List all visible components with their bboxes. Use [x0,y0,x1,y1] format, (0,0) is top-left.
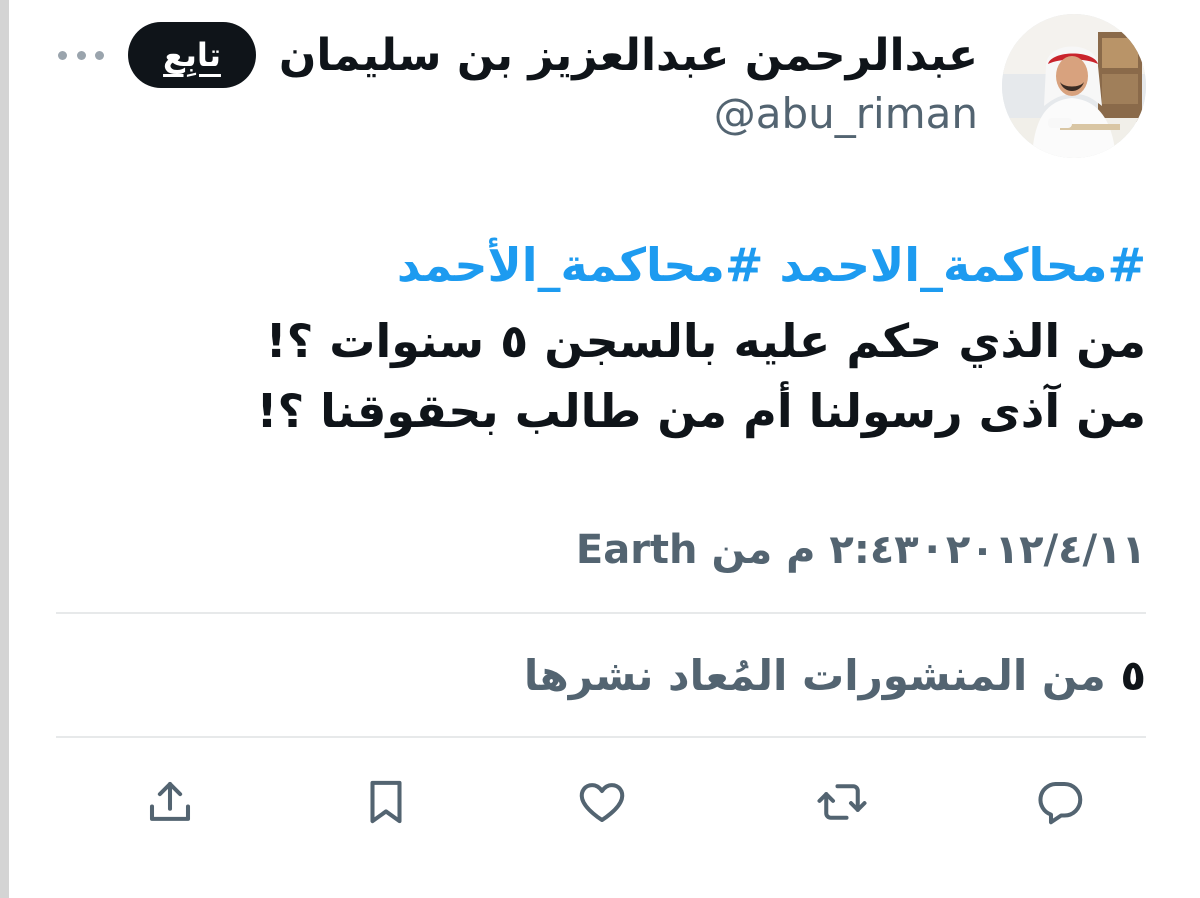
tweet-text-line: من آذى رسولنا أم من طالب بحقوقنا ؟! [256,384,1146,438]
bookmark-icon[interactable] [354,770,418,834]
repost-count: ٥ [1120,651,1146,700]
tweet-meta: ٢٠١٢/٤/١١·٢:٤٣ م من Earth [576,522,1146,578]
tweet-hashtags: #محاكمة_الاحمد #محاكمة_الأحمد [397,234,1146,296]
author-display-name[interactable]: عبدالرحمن عبدالعزيز بن سليمان [279,26,978,86]
more-dot [58,50,67,60]
more-icon[interactable] [58,40,104,70]
tweet-source: Earth [575,527,698,573]
repost-stats[interactable]: ٥ من المنشورات المُعاد نشرها [524,646,1146,706]
author-handle[interactable]: @abu_riman [714,86,978,142]
meta-separator: · [924,527,940,573]
hashtag-link[interactable]: #محاكمة_الاحمد [779,238,1146,292]
divider [56,612,1146,614]
hashtag-link[interactable]: #محاكمة_الأحمد [397,238,764,292]
more-dot [95,50,104,60]
repost-label: من المنشورات المُعاد نشرها [523,651,1106,700]
action-bar [56,770,1146,834]
divider [56,736,1146,738]
tweet-time[interactable]: ٢:٤٣ م [786,527,919,573]
repost-icon[interactable] [810,770,874,834]
avatar-photo [1002,14,1146,158]
tweet-date[interactable]: ٢٠١٢/٤/١١ [946,527,1146,573]
share-icon[interactable] [138,770,202,834]
tweet-card: عبدالرحمن عبدالعزيز بن سليمان @abu_riman… [56,0,1146,898]
tweet-text-line: من الذي حكم عليه بالسجن ٥ سنوات ؟! [265,314,1146,368]
more-dot [76,50,86,60]
page-edge-rule [0,0,9,898]
avatar[interactable] [1002,14,1146,158]
source-prefix: من [711,527,773,573]
reply-icon[interactable] [1028,770,1092,834]
follow-button[interactable]: تابِع [128,22,256,88]
heart-icon[interactable] [570,770,634,834]
